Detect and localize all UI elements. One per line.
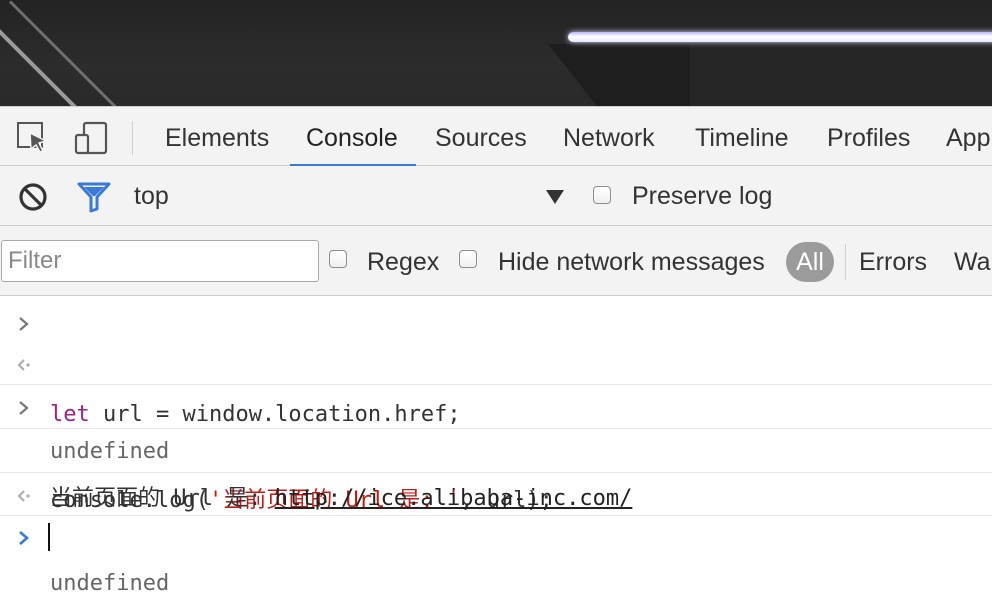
device-mode-icon[interactable] — [74, 121, 108, 155]
background-streak — [8, 0, 132, 106]
background-light-bar — [568, 32, 992, 42]
hide-network-label: Hide network messages — [498, 248, 765, 276]
result-arrow-icon — [17, 359, 30, 371]
filter-icon[interactable] — [77, 181, 111, 213]
console-log-line: 当前页面的 Url 是: http://ice.alibaba-inc.com/ — [0, 430, 992, 511]
filter-divider — [845, 244, 846, 280]
inspect-element-icon[interactable] — [16, 121, 50, 155]
page-background — [0, 0, 992, 106]
result-arrow-icon — [17, 490, 30, 502]
context-dropdown-icon[interactable] — [544, 188, 566, 206]
console-prompt[interactable] — [0, 517, 992, 616]
console-input-line: console.log('当前页面的 Url 是: ', url); — [0, 386, 992, 513]
console-result-line: undefined — [0, 474, 992, 596]
level-errors-button[interactable]: Errors — [859, 226, 927, 298]
regex-checkbox[interactable] — [329, 250, 347, 268]
filter-input[interactable] — [1, 240, 319, 282]
console-input-line: let url = window.location.href; — [0, 300, 992, 427]
tab-profiles[interactable]: Profiles — [827, 107, 910, 165]
level-warnings-button[interactable]: Wa — [954, 226, 991, 298]
toolbar-divider — [132, 121, 133, 155]
tab-timeline[interactable]: Timeline — [695, 107, 789, 165]
background-shape — [690, 44, 992, 106]
input-chevron-icon — [19, 317, 29, 331]
tab-network[interactable]: Network — [563, 107, 655, 165]
clear-console-icon[interactable] — [17, 181, 49, 213]
console-filter-bar: Regex Hide network messages All Errors W… — [0, 226, 992, 296]
hide-network-checkbox[interactable] — [459, 250, 477, 268]
tab-sources[interactable]: Sources — [435, 107, 527, 165]
preserve-log-label: Preserve log — [632, 182, 773, 210]
text-cursor — [48, 523, 50, 551]
context-selector-value[interactable]: top — [134, 166, 169, 226]
preserve-log-checkbox[interactable] — [593, 186, 611, 204]
tab-console[interactable]: Console — [290, 107, 416, 167]
prompt-chevron-icon — [19, 531, 29, 545]
regex-label: Regex — [367, 248, 440, 276]
devtools-tabbar: Elements Console Sources Network Timelin… — [0, 106, 992, 167]
tab-elements[interactable]: Elements — [165, 107, 269, 165]
input-chevron-icon — [19, 401, 29, 415]
level-all-button[interactable]: All — [786, 242, 834, 282]
console-result-line: undefined — [0, 342, 992, 464]
tab-application[interactable]: App — [946, 107, 990, 165]
console-toolbar: top Preserve log — [0, 166, 992, 226]
